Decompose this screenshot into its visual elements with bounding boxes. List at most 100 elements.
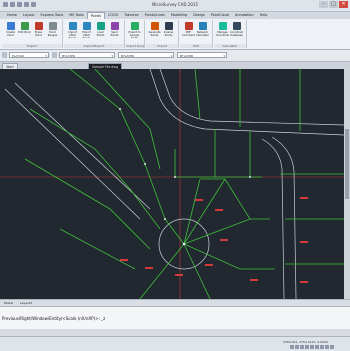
command-line[interactable]: Previous/Right/Window/Entity/<Scale (nX/… [0, 306, 350, 329]
coordinate-database-button[interactable]: Coordinate Database [230, 22, 243, 42]
settings-icon[interactable] [330, 345, 334, 349]
drawing-canvas[interactable] [0, 69, 344, 299]
snap-toggle-icon[interactable] [290, 345, 294, 349]
tab-cogo[interactable]: COGO [105, 12, 121, 19]
tab-points-lines[interactable]: Points/Lines [142, 12, 168, 19]
inverse-points-button[interactable]: Inverse Points [162, 22, 175, 42]
color-icon[interactable] [52, 52, 57, 58]
polar-toggle-icon[interactable] [305, 345, 309, 349]
ribbon-group-label: Import Google [126, 44, 144, 48]
erase-point-button[interactable]: Erase Point [32, 22, 45, 42]
vertical-scrollbar[interactable] [344, 69, 350, 299]
coordinate-readout: 5459.091, 2754.3121, 0.0000 [283, 340, 328, 344]
export-ascii-points-button[interactable]: Export ASCII Points [80, 22, 93, 42]
properties-toolbar: PLAY.SN ▾ BYLAYER ▾ BYLAYER ▾ BYLAYER ▾ [0, 50, 350, 62]
ribbon-group: Generate Points Inverse Points Import [146, 20, 179, 48]
lot-line-2 [94, 69, 161, 170]
lot-label [300, 281, 308, 283]
send-points-icon [110, 22, 119, 30]
tab-home[interactable]: Home [4, 12, 20, 19]
export-ascii-points-icon [82, 22, 91, 30]
manage-coordinates-icon [218, 22, 227, 30]
ribbon-group: Export to Google Earth Import Google [126, 20, 145, 48]
ribbon-button-label: PDF Command [182, 31, 195, 37]
lot-line-7 [183, 243, 211, 299]
send-points-button[interactable]: Send Points [108, 22, 121, 42]
network-calculator-button[interactable]: Network Calculator [196, 22, 209, 42]
chevron-down-icon: ▾ [111, 54, 113, 58]
ortho-toggle-icon[interactable] [300, 345, 304, 349]
chevron-down-icon: ▾ [223, 54, 225, 58]
lineweight-combo[interactable]: BYLAYER ▾ [177, 52, 227, 58]
generate-points-button[interactable]: Generate Points [148, 22, 161, 42]
ribbon-group-label: Export [2, 44, 62, 48]
layer-state-icon[interactable] [2, 52, 7, 58]
tab-pointcloud[interactable]: PointCloud [208, 12, 232, 19]
export-to-google-earth-button[interactable]: Export to Google Earth [128, 22, 141, 42]
ribbon-button-label: Manage Coordinates [216, 31, 229, 37]
tab-layout[interactable]: Layout [20, 12, 38, 19]
scrollbar-thumb[interactable] [345, 129, 349, 199]
chevron-down-icon: ▾ [45, 54, 47, 58]
linetype-combo[interactable]: BYLAYER ▾ [118, 52, 174, 58]
create-point-button[interactable]: Create Point [4, 22, 17, 42]
survey-point [164, 218, 166, 220]
lot-label [300, 197, 308, 199]
layer-combo[interactable]: PLAY.SN ▾ [9, 52, 49, 58]
osnap-toggle-icon[interactable] [310, 345, 314, 349]
load-points-button[interactable]: Load Points [94, 22, 107, 42]
lot-label [215, 209, 223, 211]
erase-point-icon [34, 22, 43, 30]
tab-modelling[interactable]: Modelling [168, 12, 190, 19]
chevron-down-icon: ▾ [170, 54, 172, 58]
tab-ms-tools[interactable]: MS Tools [66, 12, 87, 19]
ucs-axis-lines [0, 69, 344, 299]
minimize-button[interactable]: – [319, 1, 328, 8]
grid-toggle-icon[interactable] [295, 345, 299, 349]
pdf-command-icon [184, 22, 193, 30]
ribbon-group-label: Import [146, 44, 178, 48]
ribbon-group: Manage CoordinatesCoordinate Database Cal… [214, 20, 247, 48]
tab-express-tools[interactable]: Express Tools [38, 12, 67, 19]
lineweight-toggle-icon[interactable] [320, 345, 324, 349]
point-ranges-button[interactable]: Point Ranges [46, 22, 59, 42]
color-combo[interactable]: BYLAYER ▾ [59, 52, 115, 58]
tab-design[interactable]: Design [190, 12, 208, 19]
ribbon-button-label: Generate Points [148, 31, 161, 37]
survey-point [144, 163, 146, 165]
manage-coordinates-button[interactable]: Manage Coordinates [216, 22, 229, 42]
tab-help[interactable]: Help [257, 12, 271, 19]
ribbon-button-label: Network Calculator [196, 31, 209, 37]
pdf-command-button[interactable]: PDF Command [182, 22, 195, 42]
tab-annotation[interactable]: Annotation [232, 12, 257, 19]
linetype-value: BYLAYER [121, 54, 135, 58]
window-title: MicroSurvey CAD 2015 [151, 2, 198, 7]
create-point-icon [6, 22, 15, 30]
ribbon-group: Import ASCII Points Export ASCII Points Lo… [64, 20, 125, 48]
tab-traverse[interactable]: Traverse [121, 12, 141, 19]
command-prompt-text: Previous/Right/Window/Entity/<Scale (nX/… [2, 316, 106, 321]
survey-point [174, 176, 176, 178]
ribbon-tab-bar: Home Layout Express Tools MS Tools Points COG… [0, 12, 350, 20]
lineweight-value: BYLAYER [180, 54, 194, 58]
layer-value: PLAY.SN [12, 54, 24, 58]
window-controls: – □ ✕ [319, 1, 348, 8]
close-button[interactable]: ✕ [339, 1, 348, 8]
road-edge-west-2 [14, 82, 151, 210]
edit-point-button[interactable]: Edit Point [18, 22, 31, 42]
lot-label [195, 199, 203, 201]
lot-line-22 [194, 69, 201, 120]
lot-label [205, 264, 213, 266]
ribbon-button-label: Send Points [110, 31, 119, 37]
model-toggle-icon[interactable] [325, 345, 329, 349]
ribbon-button-label: Erase Point [34, 31, 43, 37]
import-ascii-points-button[interactable]: Import ASCII Points [66, 22, 79, 42]
load-points-icon [96, 22, 105, 30]
lot-label [250, 279, 258, 281]
lot-line-14 [174, 149, 262, 178]
lot-label [220, 239, 228, 241]
generate-points-icon [150, 22, 159, 30]
maximize-button[interactable]: □ [329, 1, 338, 8]
road-lines [4, 69, 344, 299]
otrack-toggle-icon[interactable] [315, 345, 319, 349]
